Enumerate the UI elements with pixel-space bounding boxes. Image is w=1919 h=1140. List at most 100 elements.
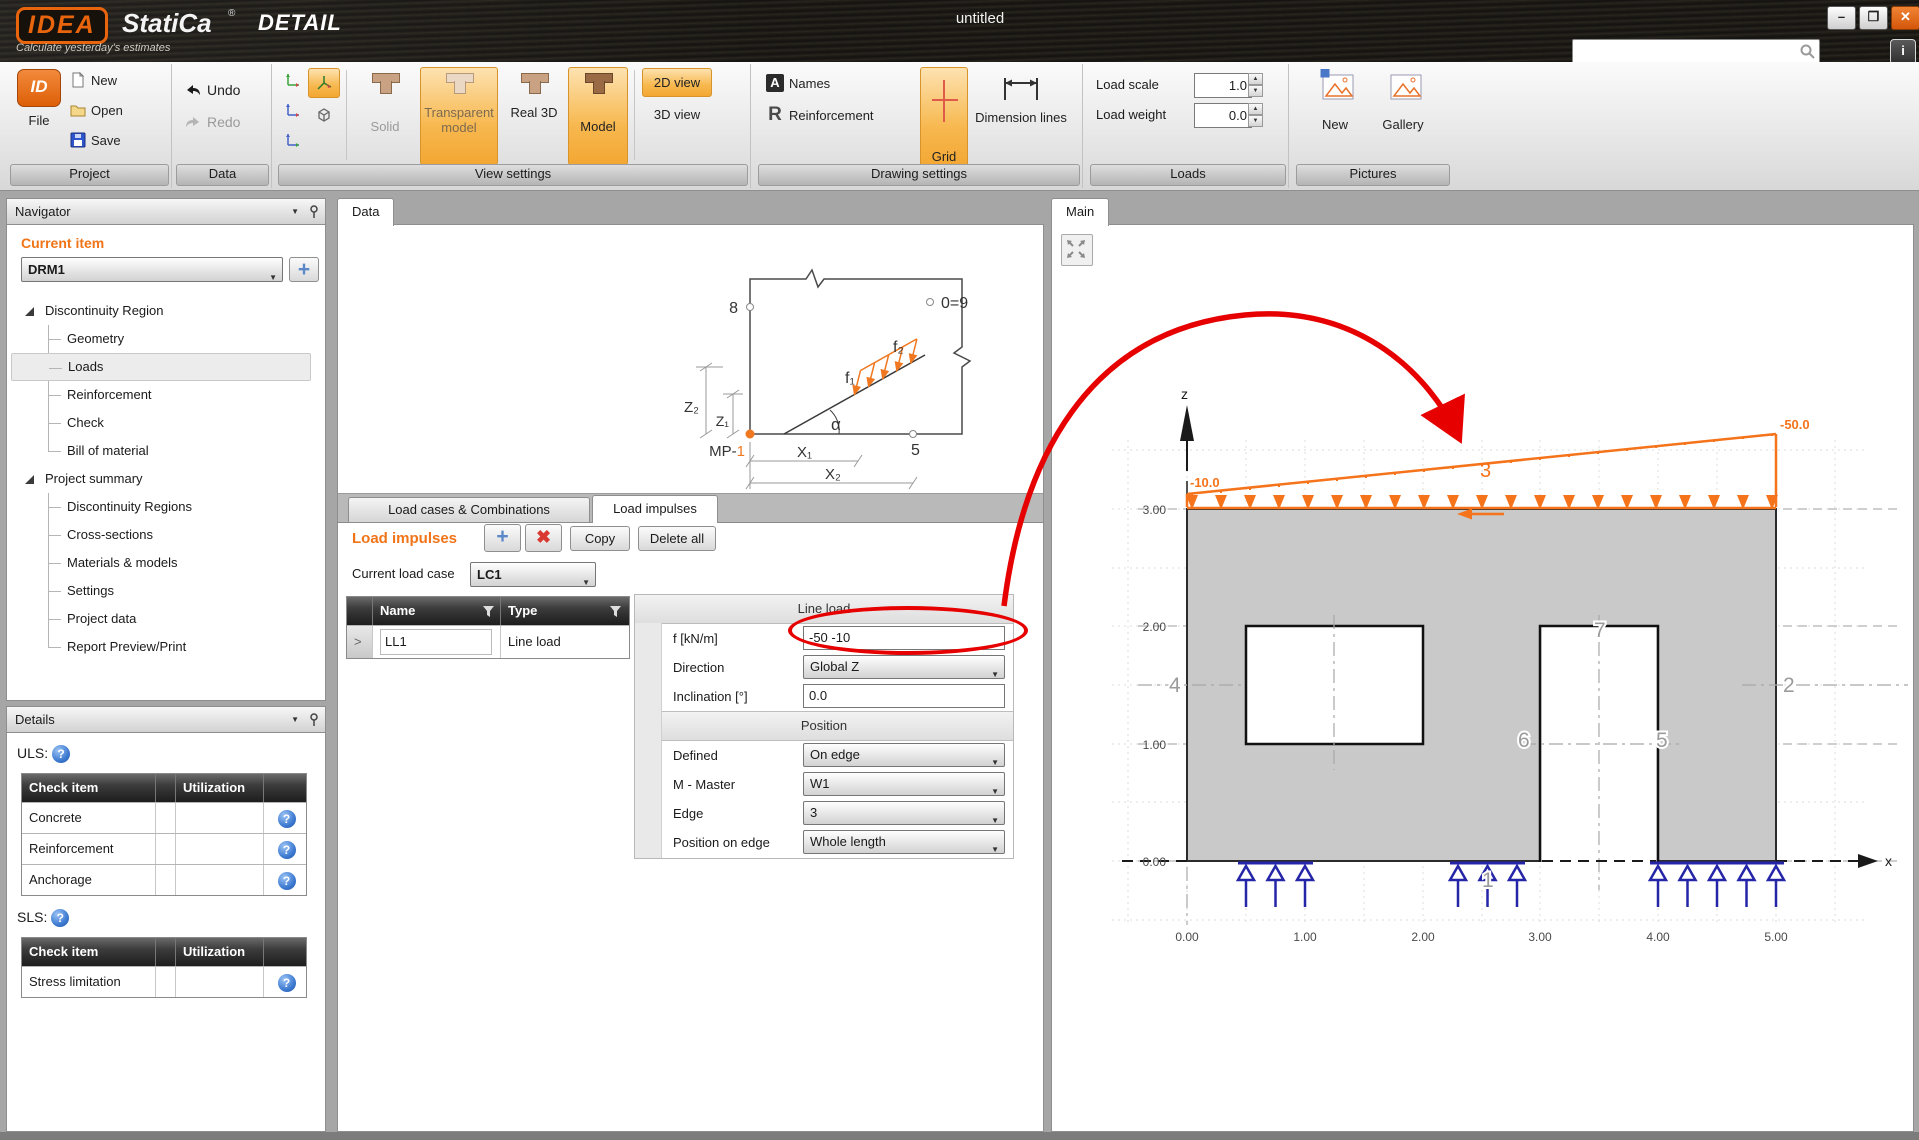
load-weight-input[interactable]: 0.0	[1194, 103, 1252, 128]
ribbon-group-view-settings: Solid Transparent model Real 3D Model 2D…	[276, 64, 751, 188]
add-load-impulse-button[interactable]: +	[484, 524, 521, 552]
inclination-input[interactable]: 0.0	[803, 684, 1005, 708]
current-item-dropdown[interactable]: DRM1▼	[21, 257, 283, 282]
table-row-ll1[interactable]: > LL1 Line load	[347, 625, 629, 658]
names-toggle[interactable]: A Names	[766, 74, 830, 92]
2d-view-label: 2D view	[654, 75, 700, 90]
undo-button[interactable]: Undo	[184, 82, 240, 98]
column-type[interactable]: Type	[501, 597, 627, 625]
tree-item-project-data[interactable]: Project data	[11, 605, 321, 633]
tree-item-reinforcement[interactable]: Reinforcement	[11, 381, 321, 409]
tree-item-loads-selected[interactable]: Loads	[11, 353, 311, 381]
model-view-button[interactable]: Model	[568, 67, 628, 165]
edge-5-label: 5	[1656, 729, 1668, 752]
edge-dropdown[interactable]: 3▼	[803, 801, 1005, 825]
isometric-axes-button[interactable]	[308, 68, 340, 98]
redo-button[interactable]: Redo	[184, 114, 240, 130]
position-on-edge-dropdown[interactable]: Whole length▼	[803, 830, 1005, 854]
column-name[interactable]: Name	[373, 597, 501, 625]
x-axis-label: x	[1885, 853, 1892, 869]
tree-item-bill-of-material[interactable]: Bill of material	[11, 437, 321, 465]
navigator-header[interactable]: Navigator ▼	[6, 198, 326, 225]
navigator-collapse-icon[interactable]: ▼	[291, 199, 299, 224]
column-utilization[interactable]: Utilization	[176, 938, 264, 966]
load-scale-stepper[interactable]: ▲▼	[1248, 73, 1263, 96]
collapse-triangle-icon[interactable]	[25, 475, 34, 484]
tree-item-check[interactable]: Check	[11, 409, 321, 437]
load-weight-stepper[interactable]: ▲▼	[1248, 103, 1263, 126]
grid-toggle[interactable]: Grid	[920, 67, 968, 168]
current-load-case-dropdown[interactable]: LC1▼	[470, 562, 596, 587]
filter-icon[interactable]	[483, 606, 494, 617]
tab-data[interactable]: Data	[337, 198, 394, 226]
search-input[interactable]	[1577, 41, 1796, 62]
load-impulses-title: Load impulses	[352, 530, 457, 547]
cube-view-button[interactable]	[308, 100, 340, 130]
close-button[interactable]: ✕	[1891, 6, 1919, 30]
copy-button[interactable]: Copy	[570, 526, 630, 551]
help-icon[interactable]: ?	[278, 841, 296, 859]
table-row[interactable]: Anchorage ?	[22, 864, 306, 895]
help-icon[interactable]: ?	[278, 872, 296, 890]
add-item-button[interactable]: +	[289, 257, 319, 282]
tree-item-discontinuity-region[interactable]: Discontinuity Region	[11, 297, 321, 325]
tab-load-impulses-active[interactable]: Load impulses	[592, 495, 718, 523]
gallery-button[interactable]: Gallery	[1370, 68, 1436, 162]
3d-view-button[interactable]: 3D view	[642, 100, 712, 129]
f-value-input[interactable]: -50 -10	[803, 626, 1005, 650]
details-collapse-icon[interactable]: ▼	[291, 707, 299, 732]
load-scale-input[interactable]: 1.0	[1194, 73, 1252, 98]
2d-view-button[interactable]: 2D view	[642, 68, 712, 97]
picture-new-button[interactable]: New	[1302, 68, 1368, 162]
tab-load-cases-combinations[interactable]: Load cases & Combinations	[348, 497, 590, 523]
impulse-name-cell[interactable]: LL1	[380, 629, 492, 655]
solid-label: Solid	[371, 119, 400, 134]
defined-dropdown[interactable]: On edge▼	[803, 743, 1005, 767]
new-button[interactable]: New	[70, 72, 117, 88]
delete-load-impulse-button[interactable]: ✖	[525, 524, 562, 552]
pin-icon[interactable]	[309, 713, 319, 727]
real-3d-button[interactable]: Real 3D	[502, 67, 566, 165]
table-row[interactable]: Reinforcement ?	[22, 833, 306, 864]
pin-icon[interactable]	[309, 205, 319, 219]
tab-data-label: Data	[352, 204, 379, 219]
master-dropdown[interactable]: W1▼	[803, 772, 1005, 796]
tree-item-cross-sections[interactable]: Cross-sections	[11, 521, 321, 549]
tree-item-materials-models[interactable]: Materials & models	[11, 549, 321, 577]
table-row[interactable]: Concrete ?	[22, 802, 306, 833]
column-check-item[interactable]: Check item	[22, 774, 156, 802]
table-row[interactable]: Stress limitation ?	[22, 966, 306, 997]
dimension-lines-toggle[interactable]: Dimension lines	[972, 67, 1070, 165]
column-utilization[interactable]: Utilization	[176, 774, 264, 802]
tree-item-project-summary[interactable]: Project summary	[11, 465, 321, 493]
help-icon[interactable]: ?	[51, 909, 69, 927]
solid-view-button[interactable]: Solid	[354, 67, 416, 165]
help-icon[interactable]: ?	[278, 974, 296, 992]
structure-view[interactable]: x z -10.0	[1052, 225, 1913, 1131]
row-selector[interactable]: >	[347, 626, 373, 658]
form-row-f: f [kN/m] -50 -10	[635, 624, 1013, 653]
tab-main[interactable]: Main	[1051, 198, 1109, 226]
maximize-button[interactable]: ❐	[1859, 6, 1888, 30]
tree-item-discontinuity-regions[interactable]: Discontinuity Regions	[11, 493, 321, 521]
tree-item-report-preview-print[interactable]: Report Preview/Print	[11, 633, 321, 661]
edge-7-label: 7	[1594, 619, 1606, 642]
minimize-button[interactable]: –	[1827, 6, 1856, 30]
filter-icon[interactable]	[610, 606, 621, 617]
column-check-item[interactable]: Check item	[22, 938, 156, 966]
help-icon[interactable]: ?	[278, 810, 296, 828]
file-button[interactable]: ID File	[12, 68, 66, 166]
tree-item-geometry[interactable]: Geometry	[11, 325, 321, 353]
tree-children: Geometry Loads Reinforcement Check Bill …	[11, 325, 321, 465]
reinforcement-toggle[interactable]: R Reinforcement	[766, 104, 874, 126]
transparent-model-button[interactable]: Transparent model	[420, 67, 498, 165]
save-button[interactable]: Save	[70, 132, 121, 148]
direction-dropdown[interactable]: Global Z▼	[803, 655, 1005, 679]
details-header[interactable]: Details ▼	[6, 706, 326, 733]
collapse-triangle-icon[interactable]	[25, 307, 34, 316]
tree-item-settings[interactable]: Settings	[11, 577, 321, 605]
form-row-master: M - Master W1▼	[635, 770, 1013, 799]
open-button[interactable]: Open	[70, 102, 123, 118]
delete-all-button[interactable]: Delete all	[638, 526, 716, 551]
help-icon[interactable]: ?	[52, 745, 70, 763]
